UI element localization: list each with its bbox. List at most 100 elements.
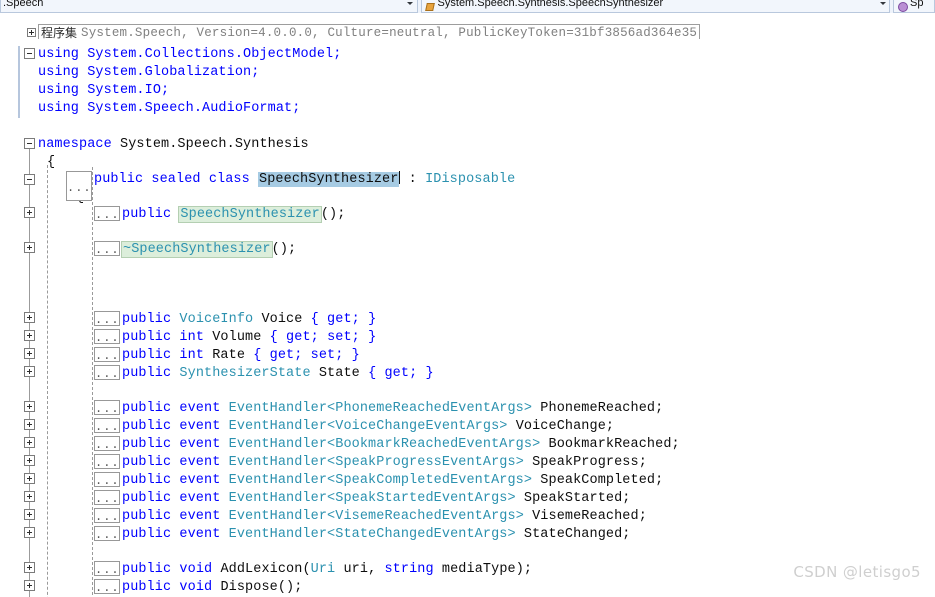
collapsed-doc-comment[interactable]: ...	[94, 526, 120, 541]
class-name[interactable]: SpeechSynthesizer	[258, 172, 400, 187]
property-name: Rate	[212, 348, 246, 363]
outline-expand-event-4[interactable]	[24, 473, 35, 484]
expand-plus-icon[interactable]	[27, 28, 36, 37]
method-param-type: string	[384, 562, 434, 577]
member-dropdown[interactable]: System.Speech.Synthesis.SpeechSynthesize…	[420, 0, 891, 13]
outline-expand-event-2[interactable]	[24, 437, 35, 448]
event-handler-type: EventHandler<	[228, 491, 336, 506]
using-block-bar	[18, 46, 20, 118]
namespace-keyword: namespace	[38, 137, 112, 152]
collapsed-doc-comment[interactable]: ...	[94, 418, 120, 433]
outline-expand-event-3[interactable]	[24, 455, 35, 466]
event-args-type: BookmarkReachedEventArgs	[335, 437, 533, 452]
collapsed-doc-comment[interactable]: ...	[94, 347, 120, 362]
metadata-code-viewer: .Speech System.Speech.Synthesis.SpeechSy…	[0, 0, 935, 597]
collapsed-doc-comment[interactable]: ...	[94, 311, 120, 326]
code-line-namespace: namespace System.Speech.Synthesis	[0, 136, 935, 154]
third-dropdown[interactable]: Sp	[893, 0, 935, 13]
property-type: int	[179, 348, 205, 363]
event-name: SpeakProgress;	[532, 455, 647, 470]
outline-expand-event-0[interactable]	[24, 401, 35, 412]
chevron-down-icon[interactable]	[876, 2, 889, 5]
outline-expand-event-6[interactable]	[24, 509, 35, 520]
method-icon	[424, 1, 436, 12]
collapsed-doc-comment[interactable]: ...	[94, 241, 120, 256]
type-dropdown[interactable]: .Speech	[0, 0, 418, 13]
class-separator: :	[400, 172, 426, 187]
outline-expand-method-1[interactable]	[24, 580, 35, 591]
outline-expand-event-1[interactable]	[24, 419, 35, 430]
using-statement: using System.IO;	[38, 83, 170, 98]
class-icon	[896, 1, 909, 12]
event-generic-close: >	[507, 491, 524, 506]
event-handler-type: EventHandler<	[228, 401, 336, 416]
csdn-watermark: CSDN @letisgo5	[793, 563, 921, 581]
collapsed-doc-comment[interactable]: ...	[94, 490, 120, 505]
collapsed-doc-comment[interactable]: ...	[94, 365, 120, 380]
outline-expand-event-7[interactable]	[24, 527, 35, 538]
collapsed-doc-comment[interactable]: ...	[94, 579, 120, 594]
event-modifier: public event	[122, 491, 229, 506]
code-line-ctor-0: public SpeechSynthesizer();	[0, 206, 935, 224]
collapsed-doc-comment[interactable]: ...	[94, 454, 120, 469]
event-modifier: public event	[122, 509, 229, 524]
event-name: StateChanged;	[523, 527, 631, 542]
class-modifiers: public sealed class	[94, 172, 259, 187]
method-name: AddLexicon(	[220, 562, 311, 577]
event-handler-type: EventHandler<	[228, 437, 336, 452]
code-line-property-3: public SynthesizerState State { get; }	[0, 365, 935, 383]
outline-expand-method-0[interactable]	[24, 562, 35, 573]
collapsed-doc-comment[interactable]: ...	[94, 561, 120, 576]
code-editor[interactable]: using System.Collections.ObjectModel; us…	[0, 39, 935, 597]
code-line-using-3: using System.Speech.AudioFormat;	[0, 100, 935, 118]
property-accessors: { get; }	[310, 312, 377, 327]
code-line-class-open: {	[0, 189, 935, 207]
brace: {	[47, 155, 56, 170]
method-return-type: void	[179, 580, 221, 595]
outline-expand-event-5[interactable]	[24, 491, 35, 502]
event-args-type: PhonemeReachedEventArgs	[335, 401, 524, 416]
ctor-modifier: public	[122, 207, 180, 222]
collapsed-doc-comment[interactable]: ...	[94, 206, 120, 221]
collapsed-doc-comment[interactable]: ...	[94, 400, 120, 415]
using-statement: using System.Speech.AudioFormat;	[38, 101, 301, 116]
collapsed-doc-comment[interactable]: ...	[94, 508, 120, 523]
outline-expand-ctor-1[interactable]	[24, 242, 35, 253]
third-dropdown-value: Sp	[910, 0, 924, 9]
code-line-class-decl: public sealed class SpeechSynthesizer : …	[0, 171, 935, 189]
outline-expand-prop-1[interactable]	[24, 330, 35, 341]
outline-collapse-namespace[interactable]	[24, 138, 35, 149]
event-args-type: SpeakProgressEventArgs	[335, 455, 516, 470]
collapsed-doc-comment[interactable]: ...	[94, 329, 120, 344]
property-type: int	[179, 330, 205, 345]
navigation-bar: .Speech System.Speech.Synthesis.SpeechSy…	[0, 0, 935, 13]
chevron-down-icon[interactable]	[404, 2, 417, 5]
finalizer-suffix: ();	[271, 242, 297, 257]
assembly-details: System.Speech, Version=4.0.0.0, Culture=…	[81, 25, 698, 40]
code-line-using-2: using System.IO;	[0, 82, 935, 100]
outline-expand-ctor-0[interactable]	[24, 207, 35, 218]
event-generic-close: >	[515, 455, 533, 470]
outline-collapse-usings[interactable]	[24, 48, 35, 59]
collapsed-doc-comment[interactable]: ...	[94, 436, 120, 451]
outline-expand-prop-3[interactable]	[24, 366, 35, 377]
property-name: Voice	[261, 312, 303, 327]
event-args-type: StateChangedEventArgs	[335, 527, 508, 542]
event-args-type: SpeakStartedEventArgs	[335, 491, 508, 506]
event-args-type: VoiceChangeEventArgs	[335, 419, 500, 434]
collapsed-doc-comment[interactable]: ...	[66, 171, 92, 201]
event-name: PhonemeReached;	[540, 401, 664, 416]
outline-guide-line	[29, 149, 30, 177]
outline-expand-prop-2[interactable]	[24, 348, 35, 359]
event-handler-type: EventHandler<	[228, 419, 336, 434]
code-line-event-5: public event EventHandler<SpeakStartedEv…	[0, 490, 935, 508]
collapsed-doc-comment[interactable]: ...	[94, 472, 120, 487]
outline-expand-prop-0[interactable]	[24, 312, 35, 323]
ctor-name: SpeechSynthesizer	[178, 206, 322, 223]
code-line-event-0: public event EventHandler<PhonemeReached…	[0, 400, 935, 418]
code-line-method-1: public void Dispose();	[0, 579, 935, 597]
using-statement: using System.Globalization;	[38, 65, 260, 80]
member-dropdown-value: System.Speech.Synthesis.SpeechSynthesize…	[437, 0, 664, 9]
outline-collapse-class[interactable]	[24, 174, 35, 185]
code-line-namespace-open: {	[0, 154, 935, 172]
